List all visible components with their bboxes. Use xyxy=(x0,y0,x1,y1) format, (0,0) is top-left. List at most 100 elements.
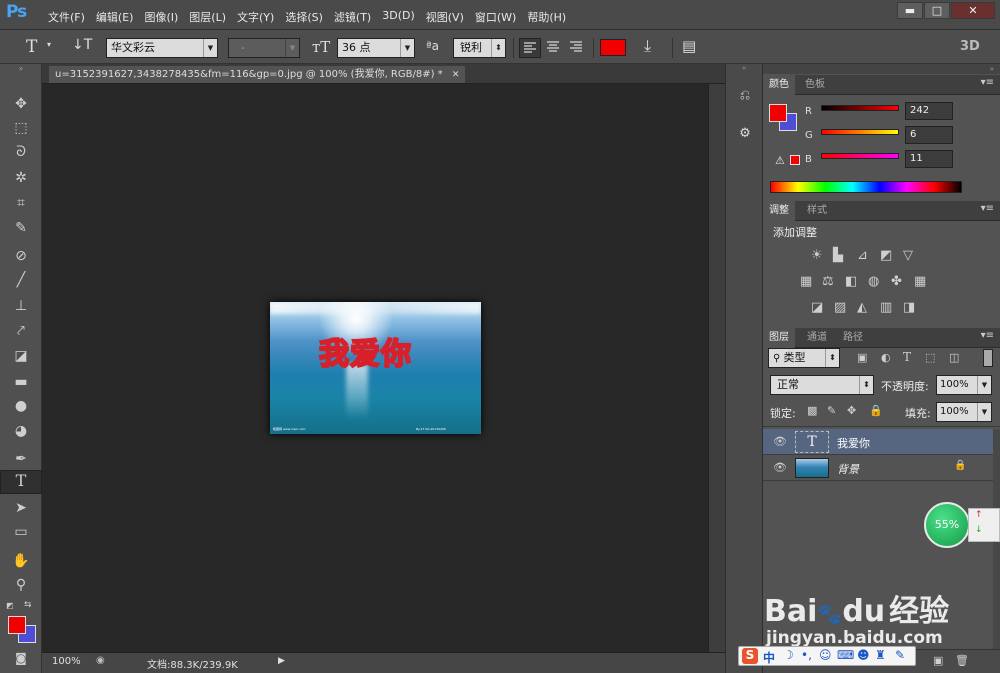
layer-row-background[interactable]: 👁 背景 🔒 xyxy=(763,455,993,481)
clone-stamp-tool-icon[interactable]: ⊥ xyxy=(0,294,42,318)
align-right-button[interactable] xyxy=(566,38,588,58)
marquee-tool-icon[interactable]: ⬚ xyxy=(0,116,42,140)
gradient-map-icon[interactable]: ▥ xyxy=(880,300,892,315)
lock-all-icon[interactable]: 🔒 xyxy=(869,404,883,417)
photo-filter-icon[interactable]: ◍ xyxy=(868,274,879,289)
visibility-eye-icon[interactable]: 👁 xyxy=(773,435,787,448)
align-left-button[interactable] xyxy=(519,38,541,58)
gamut-color-chip[interactable] xyxy=(790,155,800,165)
black-white-icon[interactable]: ◧ xyxy=(845,274,857,289)
levels-icon[interactable]: ▙ xyxy=(833,248,843,263)
type-tool-icon[interactable]: T xyxy=(0,470,42,494)
swap-colors-icon[interactable]: ⇆ xyxy=(24,600,32,610)
eyedropper-tool-icon[interactable]: ✎ xyxy=(0,216,42,240)
path-selection-tool-icon[interactable]: ➤ xyxy=(0,496,42,520)
tab-color[interactable]: 颜色 xyxy=(763,75,795,95)
tab-adjustments[interactable]: 调整 xyxy=(763,201,795,221)
status-menu-icon[interactable]: ◉ xyxy=(96,655,105,666)
menu-file[interactable]: 文件(F) xyxy=(48,9,85,25)
zoom-level[interactable]: 100% xyxy=(52,656,81,667)
panel-menu-icon[interactable]: ▾≡ xyxy=(981,77,994,88)
vibrance-icon[interactable]: ▽ xyxy=(903,248,913,263)
default-colors-icon[interactable]: ◩ xyxy=(6,601,14,610)
color-balance-icon[interactable]: ⚖ xyxy=(822,274,834,289)
font-size-select[interactable]: 36 点 ▼ xyxy=(337,38,415,58)
speed-detail[interactable]: ↑ ↓ xyxy=(968,508,1000,542)
blend-mode-select[interactable]: 正常 ⬍ xyxy=(770,375,874,395)
close-button[interactable]: ✕ xyxy=(951,2,995,19)
history-brush-tool-icon[interactable]: ⤤ xyxy=(0,319,42,343)
toggle-orientation-icon[interactable]: ↓T xyxy=(72,37,92,53)
lock-position-icon[interactable]: ✥ xyxy=(847,404,856,417)
posterize-icon[interactable]: ▨ xyxy=(834,300,846,315)
hue-saturation-icon[interactable]: ▦ xyxy=(800,274,812,289)
pixel-filter-icon[interactable]: ▣ xyxy=(857,351,867,364)
menu-help[interactable]: 帮助(H) xyxy=(527,9,566,25)
maximize-button[interactable]: □ xyxy=(924,2,950,19)
tab-layers[interactable]: 图层 xyxy=(763,328,795,348)
vertical-scrollbar[interactable] xyxy=(708,84,725,652)
user-icon[interactable]: ☻ xyxy=(857,648,870,662)
document-tab[interactable]: u=3152391627,3438278435&fm=116&gp=0.jpg … xyxy=(49,66,466,83)
panel-menu-icon[interactable]: ▾≡ xyxy=(981,330,994,341)
speed-badge[interactable]: 55% xyxy=(924,502,970,548)
layer-name[interactable]: 背景 xyxy=(837,461,859,477)
foreground-color-swatch[interactable] xyxy=(8,616,26,634)
tab-styles[interactable]: 样式 xyxy=(801,201,833,221)
channel-b-slider[interactable] xyxy=(821,153,899,159)
history-panel-icon[interactable]: ⎌ xyxy=(734,88,756,110)
menu-layer[interactable]: 图层(L) xyxy=(189,9,226,25)
layer-name[interactable]: 我爱你 xyxy=(837,435,870,451)
canvas-text-layer[interactable]: 我爱你 xyxy=(318,329,412,373)
tab-paths[interactable]: 路径 xyxy=(837,328,869,348)
character-panel-icon[interactable]: ▤ xyxy=(682,37,696,55)
adjustment-filter-icon[interactable]: ◐ xyxy=(881,351,891,364)
zoom-tool-icon[interactable]: ⚲ xyxy=(0,573,42,597)
move-tool-icon[interactable]: ✥ xyxy=(0,92,42,116)
collapse-icon[interactable]: « xyxy=(726,64,762,73)
fill-input[interactable]: 100% ▼ xyxy=(936,402,992,422)
dodge-tool-icon[interactable]: ◕ xyxy=(0,419,42,443)
menu-view[interactable]: 视图(V) xyxy=(426,9,464,25)
exposure-icon[interactable]: ◩ xyxy=(880,248,892,263)
close-tab-icon[interactable]: ✕ xyxy=(452,70,460,80)
curves-icon[interactable]: ⊿ xyxy=(857,248,868,263)
brush-tool-icon[interactable]: ╱ xyxy=(0,268,42,292)
text-color-swatch[interactable] xyxy=(600,39,626,56)
keyboard-icon[interactable]: ⌨ xyxy=(837,648,854,662)
punctuation-icon[interactable]: •, xyxy=(801,648,812,662)
moon-icon[interactable]: ☽ xyxy=(783,648,794,662)
gradient-tool-icon[interactable]: ▬ xyxy=(0,370,42,394)
menu-select[interactable]: 选择(S) xyxy=(285,9,323,25)
quick-mask-icon[interactable]: ◙ xyxy=(0,646,42,670)
foreground-color-chip[interactable] xyxy=(769,104,787,122)
font-style-select[interactable]: - ▼ xyxy=(228,38,300,58)
layer-row-text[interactable]: 👁 T 我爱你 xyxy=(763,429,993,455)
channel-r-input[interactable]: 242 xyxy=(905,102,953,120)
ime-toolbar[interactable]: S 中 ☽ •, ☺ ⌨ ☻ ♜ ✎ xyxy=(738,646,916,666)
tab-swatches[interactable]: 色板 xyxy=(799,75,831,95)
opacity-input[interactable]: 100% ▼ xyxy=(936,375,992,395)
collapse-icon[interactable]: » xyxy=(0,64,42,74)
color-lookup-icon[interactable]: ▦ xyxy=(914,274,926,289)
menu-image[interactable]: 图像(I) xyxy=(144,9,178,25)
font-family-select[interactable]: 华文彩云 ▼ xyxy=(106,38,218,58)
document-canvas[interactable]: 我爱你 昵图网 www.nipic.com By:17 No:20130406 xyxy=(270,302,481,434)
status-arrow-icon[interactable]: ▶ xyxy=(278,656,285,666)
align-center-button[interactable] xyxy=(543,38,565,58)
brightness-icon[interactable]: ☀ xyxy=(811,248,823,263)
invert-icon[interactable]: ◪ xyxy=(811,300,823,315)
menu-filter[interactable]: 滤镜(T) xyxy=(334,9,371,25)
channel-mixer-icon[interactable]: ✤ xyxy=(891,274,902,289)
warp-text-icon[interactable]: ⤓ xyxy=(644,36,651,56)
hand-tool-icon[interactable]: ✋ xyxy=(0,549,42,573)
menu-3d[interactable]: 3D(D) xyxy=(382,9,415,25)
emoji-icon[interactable]: ☺ xyxy=(819,648,832,662)
channel-b-input[interactable]: 11 xyxy=(905,150,953,168)
anti-alias-select[interactable]: 锐利 ⬍ xyxy=(453,38,506,58)
lock-transparency-icon[interactable]: ▩ xyxy=(807,404,817,417)
preset-dropdown-icon[interactable]: ▾ xyxy=(47,40,51,49)
ime-mode[interactable]: 中 xyxy=(763,649,775,666)
blur-tool-icon[interactable]: ● xyxy=(0,394,42,418)
crop-tool-icon[interactable]: ⌗ xyxy=(0,191,42,215)
